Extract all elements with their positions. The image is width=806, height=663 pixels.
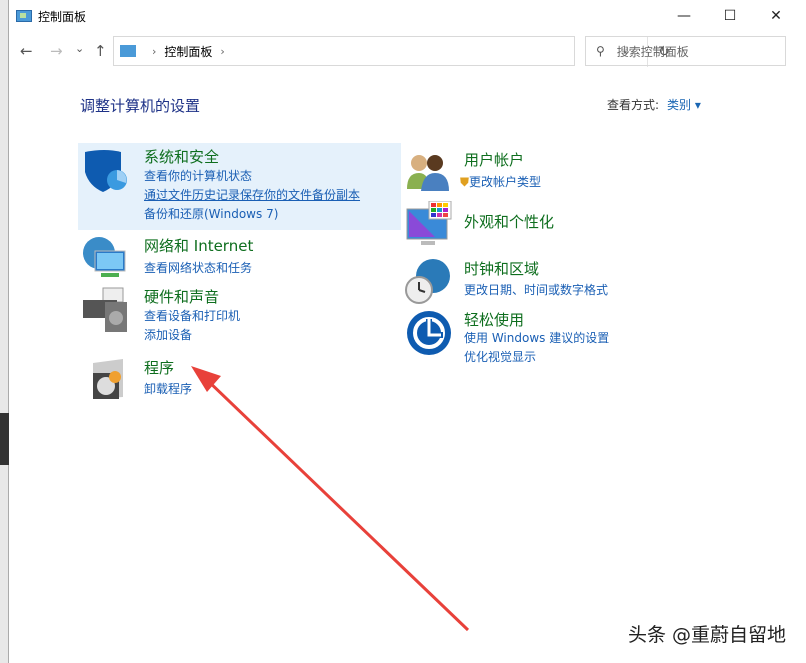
watermark: 头条 @重蔚自留地: [628, 620, 786, 647]
annotation-arrow: [9, 0, 806, 663]
control-panel-window: 控制面板 — ☐ ✕ ← → ⌄ ↑ › 控制面板 › ⌄ ↻ ⚲ 搜索控制面板…: [9, 0, 806, 663]
background-window: [0, 0, 9, 663]
